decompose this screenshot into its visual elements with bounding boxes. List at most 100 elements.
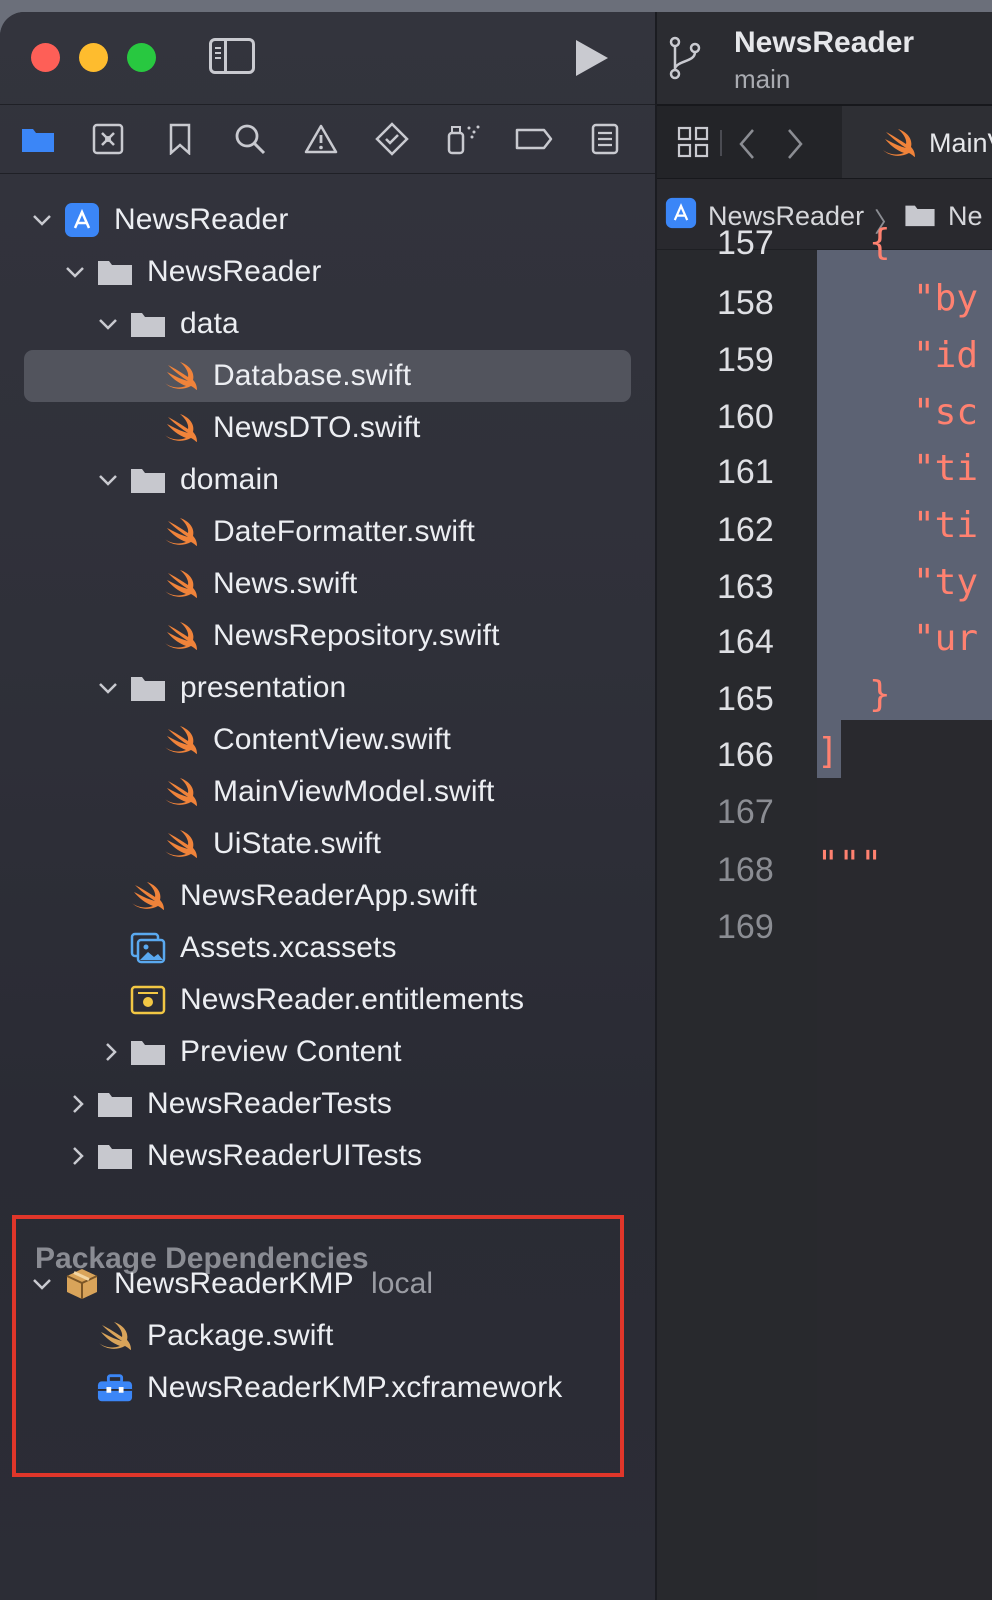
related-items-grid-icon[interactable] xyxy=(677,126,709,163)
folder-uitests-label[interactable]: NewsReaderUITests xyxy=(147,1139,422,1173)
swift-file-icon xyxy=(163,360,199,392)
file-mainviewmodel-label[interactable]: MainViewModel.swift xyxy=(213,775,494,809)
file-entitlements-label[interactable]: NewsReader.entitlements xyxy=(180,983,524,1017)
line-number: 169 xyxy=(717,908,774,946)
entitlements-file-icon xyxy=(130,984,166,1016)
code-line: "ti xyxy=(913,448,979,489)
folder-data-label[interactable]: data xyxy=(180,307,239,341)
file-contentview-label[interactable]: ContentView.swift xyxy=(213,723,451,757)
code-text-area[interactable]: { "by "id "sc "ti "ti "ty "ur } ] """ xyxy=(817,222,992,1600)
project-title: NewsReader xyxy=(734,26,915,59)
package-name-label[interactable]: NewsReaderKMP xyxy=(114,1267,354,1301)
branch-name[interactable]: main xyxy=(734,64,790,95)
source-control-navigator-icon[interactable] xyxy=(88,121,128,157)
folder-icon xyxy=(130,1036,166,1068)
disclosure-chevron-down-icon[interactable] xyxy=(64,261,86,283)
code-line: "ti xyxy=(913,505,979,546)
swift-file-icon xyxy=(97,1320,133,1352)
code-line: } xyxy=(869,674,891,715)
code-line: "sc xyxy=(913,392,979,433)
line-number: 164 xyxy=(717,623,774,661)
line-number: 161 xyxy=(717,453,774,491)
line-number: 168 xyxy=(717,851,774,889)
folder-preview-label[interactable]: Preview Content xyxy=(180,1035,402,1069)
run-icon[interactable] xyxy=(576,40,608,76)
line-number: 158 xyxy=(717,284,774,322)
code-line: { xyxy=(869,222,891,263)
code-line: """ xyxy=(817,844,883,885)
project-navigator-sidebar: NewsReader NewsReader data Database.swif… xyxy=(0,12,657,1600)
group-newsreader-label[interactable]: NewsReader xyxy=(147,255,321,289)
editor-tab-bar: MainV xyxy=(657,106,992,179)
line-number: 162 xyxy=(717,511,774,549)
line-number: 165 xyxy=(717,680,774,718)
toggle-sidebar-icon[interactable] xyxy=(209,38,255,74)
folder-tests-label[interactable]: NewsReaderTests xyxy=(147,1087,392,1121)
disclosure-chevron-down-icon[interactable] xyxy=(97,469,119,491)
swift-file-icon xyxy=(163,620,199,652)
file-news-label[interactable]: News.swift xyxy=(213,567,357,601)
swift-file-icon xyxy=(163,724,199,756)
zoom-window-button[interactable] xyxy=(127,43,156,72)
package-swift-label[interactable]: Package.swift xyxy=(147,1319,333,1353)
test-navigator-diamond-icon[interactable] xyxy=(372,121,412,157)
forward-chevron-icon[interactable] xyxy=(785,128,805,165)
line-number: 166 xyxy=(717,736,774,774)
jump-bar: NewsReader 〉 Ne xyxy=(657,179,992,250)
line-number: 160 xyxy=(717,398,774,436)
disclosure-chevron-down-icon[interactable] xyxy=(31,1273,53,1295)
tree-root-label[interactable]: NewsReader xyxy=(114,203,288,237)
line-number: 163 xyxy=(717,568,774,606)
folder-icon xyxy=(904,203,936,232)
jumpbar-folder[interactable]: Ne xyxy=(948,201,983,232)
disclosure-chevron-down-icon[interactable] xyxy=(31,209,53,231)
folder-domain-label[interactable]: domain xyxy=(180,463,279,497)
file-assets-label[interactable]: Assets.xcassets xyxy=(180,931,397,965)
file-newsrepository-label[interactable]: NewsRepository.swift xyxy=(213,619,500,653)
issue-navigator-warning-icon[interactable] xyxy=(301,121,341,157)
file-newsreaderapp-label[interactable]: NewsReaderApp.swift xyxy=(180,879,477,913)
source-editor-pane: NewsReader main MainV NewsReader 〉 Ne 15… xyxy=(657,12,992,1600)
disclosure-chevron-right-icon[interactable] xyxy=(100,1041,122,1063)
code-line: "id xyxy=(913,335,979,376)
report-navigator-icon[interactable] xyxy=(585,121,625,157)
file-dateformatter-label[interactable]: DateFormatter.swift xyxy=(213,515,475,549)
disclosure-chevron-right-icon[interactable] xyxy=(67,1093,89,1115)
close-window-button[interactable] xyxy=(31,43,60,72)
debug-navigator-spray-icon[interactable] xyxy=(443,121,483,157)
project-navigator-folder-icon[interactable] xyxy=(18,121,58,157)
navigator-selector-bar xyxy=(0,105,655,174)
xcode-window: NewsReader NewsReader data Database.swif… xyxy=(0,12,992,1600)
folder-icon xyxy=(130,308,166,340)
file-database-label[interactable]: Database.swift xyxy=(213,359,411,393)
asset-catalog-icon xyxy=(130,932,166,964)
folder-icon xyxy=(97,1088,133,1120)
disclosure-chevron-down-icon[interactable] xyxy=(97,677,119,699)
line-number-gutter: 157 158 159 160 161 162 163 164 165 166 … xyxy=(657,224,817,1600)
folder-icon xyxy=(130,464,166,496)
code-line: "by xyxy=(913,278,979,319)
swift-file-icon xyxy=(163,516,199,548)
back-chevron-icon[interactable] xyxy=(737,128,757,165)
file-newsdto-label[interactable]: NewsDTO.swift xyxy=(213,411,420,445)
framework-label[interactable]: NewsReaderKMP.xcframework xyxy=(147,1371,562,1405)
breakpoint-navigator-icon[interactable] xyxy=(514,121,554,157)
swift-file-icon xyxy=(163,776,199,808)
package-local-tag: local xyxy=(371,1267,434,1300)
window-titlebar xyxy=(0,12,655,105)
folder-icon xyxy=(97,1140,133,1172)
file-uistate-label[interactable]: UiState.swift xyxy=(213,827,381,861)
folder-icon xyxy=(97,256,133,288)
swift-file-icon xyxy=(882,128,916,163)
minimize-window-button[interactable] xyxy=(79,43,108,72)
disclosure-chevron-down-icon[interactable] xyxy=(97,313,119,335)
code-line: "ur xyxy=(913,618,979,659)
find-navigator-search-icon[interactable] xyxy=(230,121,270,157)
folder-presentation-label[interactable]: presentation xyxy=(180,671,346,705)
disclosure-chevron-right-icon[interactable] xyxy=(67,1145,89,1167)
code-line: "ty xyxy=(913,562,979,603)
branch-icon xyxy=(667,36,701,85)
bookmark-navigator-icon[interactable] xyxy=(160,121,200,157)
line-number: 167 xyxy=(717,793,774,831)
editor-tab-label[interactable]: MainV xyxy=(929,128,992,159)
